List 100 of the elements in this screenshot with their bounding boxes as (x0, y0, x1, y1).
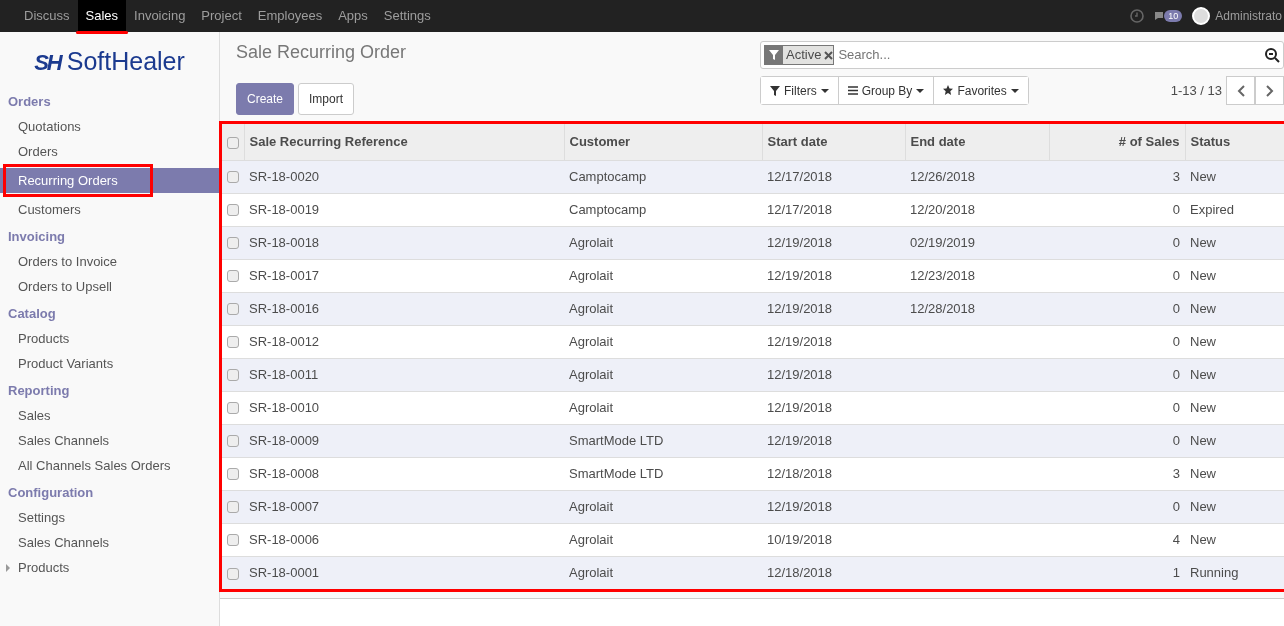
sidebar-item[interactable]: Quotations (0, 114, 219, 139)
sidebar-item[interactable]: Products (0, 326, 219, 351)
previous-page-button[interactable] (1226, 76, 1255, 105)
row-checkbox[interactable] (227, 270, 239, 283)
row-checkbox[interactable] (227, 567, 239, 580)
table-cell: Running (1185, 556, 1284, 589)
close-icon (824, 50, 834, 60)
table-cell: SR-18-0020 (244, 160, 564, 193)
clock-icon (1130, 9, 1145, 23)
column-header[interactable]: Customer (564, 124, 762, 160)
filters-dropdown[interactable]: Filters (761, 77, 839, 104)
table-cell: SR-18-0007 (244, 490, 564, 523)
table-cell: SR-18-0001 (244, 556, 564, 589)
chevron-right-icon (1265, 84, 1274, 97)
sidebar-item[interactable]: Orders (0, 139, 219, 164)
message-count-badge[interactable]: 10 (1164, 10, 1183, 22)
avatar[interactable] (1192, 7, 1211, 25)
row-checkbox[interactable] (227, 402, 239, 415)
table-cell: 12/19/2018 (762, 292, 905, 325)
select-all-checkbox[interactable] (227, 136, 239, 149)
star-icon (943, 85, 954, 96)
sidebar-item[interactable]: Settings (0, 505, 219, 530)
table-cell: New (1185, 160, 1284, 193)
table-cell: New (1185, 226, 1284, 259)
sidebar-item[interactable]: Sales (0, 403, 219, 428)
next-page-button[interactable] (1255, 76, 1284, 105)
row-checkbox[interactable] (227, 369, 239, 382)
table-cell: 02/19/2019 (905, 226, 1049, 259)
create-button[interactable]: Create (236, 83, 295, 115)
sidebar-section-title: Catalog (7, 305, 57, 324)
app-menu-link[interactable]: Discuss (16, 0, 78, 32)
sidebar-section-title: Configuration (7, 484, 95, 503)
sidebar-item[interactable]: Customers (0, 197, 219, 222)
list-icon (847, 85, 858, 96)
table-cell: SmartMode LTD (564, 424, 762, 457)
row-checkbox[interactable] (227, 204, 239, 217)
search-field[interactable]: Active Search... (760, 41, 1284, 69)
app-menu-link[interactable]: Settings (375, 0, 439, 32)
table-cell: 12/28/2018 (905, 292, 1049, 325)
app-menu-link[interactable]: Project (193, 0, 250, 32)
table-cell: 0 (1049, 424, 1185, 457)
sidebar-section-title: Reporting (7, 382, 71, 401)
table-cell: 1 (1049, 556, 1185, 589)
row-checkbox[interactable] (227, 336, 239, 349)
app-menu-link[interactable]: Invoicing (126, 0, 194, 32)
table-cell: 0 (1049, 292, 1185, 325)
table-cell: 0 (1049, 358, 1185, 391)
row-checkbox[interactable] (227, 468, 239, 481)
logo-name: SoftHealer (66, 46, 185, 78)
chat-icon (1154, 11, 1165, 21)
column-header[interactable]: # of Sales (1049, 124, 1185, 160)
column-header[interactable]: End date (905, 124, 1049, 160)
table-cell: Agrolait (564, 358, 762, 391)
table-cell: Agrolait (564, 556, 762, 589)
table-cell: 12/19/2018 (762, 490, 905, 523)
chevron-left-icon (1236, 84, 1245, 97)
table-cell: New (1185, 424, 1284, 457)
table-cell: Camptocamp (564, 160, 762, 193)
sidebar-item[interactable]: Sales Channels (0, 530, 219, 555)
app-menu-link[interactable]: Sales (77, 0, 127, 32)
column-header[interactable]: Start date (762, 124, 905, 160)
sidebar-item[interactable]: All Channels Sales Orders (0, 453, 219, 478)
filter-facet[interactable]: Active (764, 45, 835, 65)
table-cell: SR-18-0009 (244, 424, 564, 457)
sidebar-section-title: Orders (7, 93, 52, 112)
table-cell: 12/17/2018 (762, 160, 905, 193)
row-checkbox[interactable] (227, 534, 239, 547)
filter-icon (770, 85, 780, 96)
row-checkbox[interactable] (227, 303, 239, 316)
table-cell: 12/19/2018 (762, 226, 905, 259)
app-menu-link[interactable]: Apps (330, 0, 376, 32)
row-checkbox[interactable] (227, 237, 239, 250)
page-title: Sale Recurring Order (236, 42, 408, 64)
table-cell: 12/18/2018 (762, 556, 905, 589)
logo-mark: SH (34, 48, 61, 77)
column-header[interactable]: Status (1185, 124, 1284, 160)
sidebar-item[interactable]: Products (0, 555, 219, 580)
row-checkbox[interactable] (227, 501, 239, 514)
sidebar-item[interactable]: Orders to Upsell (0, 274, 219, 299)
table-cell: 0 (1049, 226, 1185, 259)
table-cell: Agrolait (564, 490, 762, 523)
import-button[interactable]: Import (298, 83, 355, 115)
row-checkbox[interactable] (227, 435, 239, 448)
table-cell: Agrolait (564, 292, 762, 325)
table-cell: 0 (1049, 490, 1185, 523)
table-cell: 3 (1049, 160, 1185, 193)
table-cell: New (1185, 358, 1284, 391)
sidebar-item[interactable]: Product Variants (0, 351, 219, 376)
pager-text: 1-13 / 13 (1170, 81, 1222, 100)
table-cell: 12/26/2018 (905, 160, 1049, 193)
table-cell: SR-18-0011 (244, 358, 564, 391)
column-header[interactable]: Sale Recurring Reference (244, 124, 564, 160)
table-cell: SR-18-0018 (244, 226, 564, 259)
user-name[interactable]: Administrato (1215, 7, 1282, 25)
row-checkbox[interactable] (227, 171, 239, 184)
sidebar-item[interactable]: Sales Channels (0, 428, 219, 453)
app-menu-link[interactable]: Employees (249, 0, 331, 32)
sidebar-section-title: Invoicing (7, 228, 67, 247)
search-icon (1264, 47, 1280, 63)
sidebar-item[interactable]: Orders to Invoice (0, 249, 219, 274)
